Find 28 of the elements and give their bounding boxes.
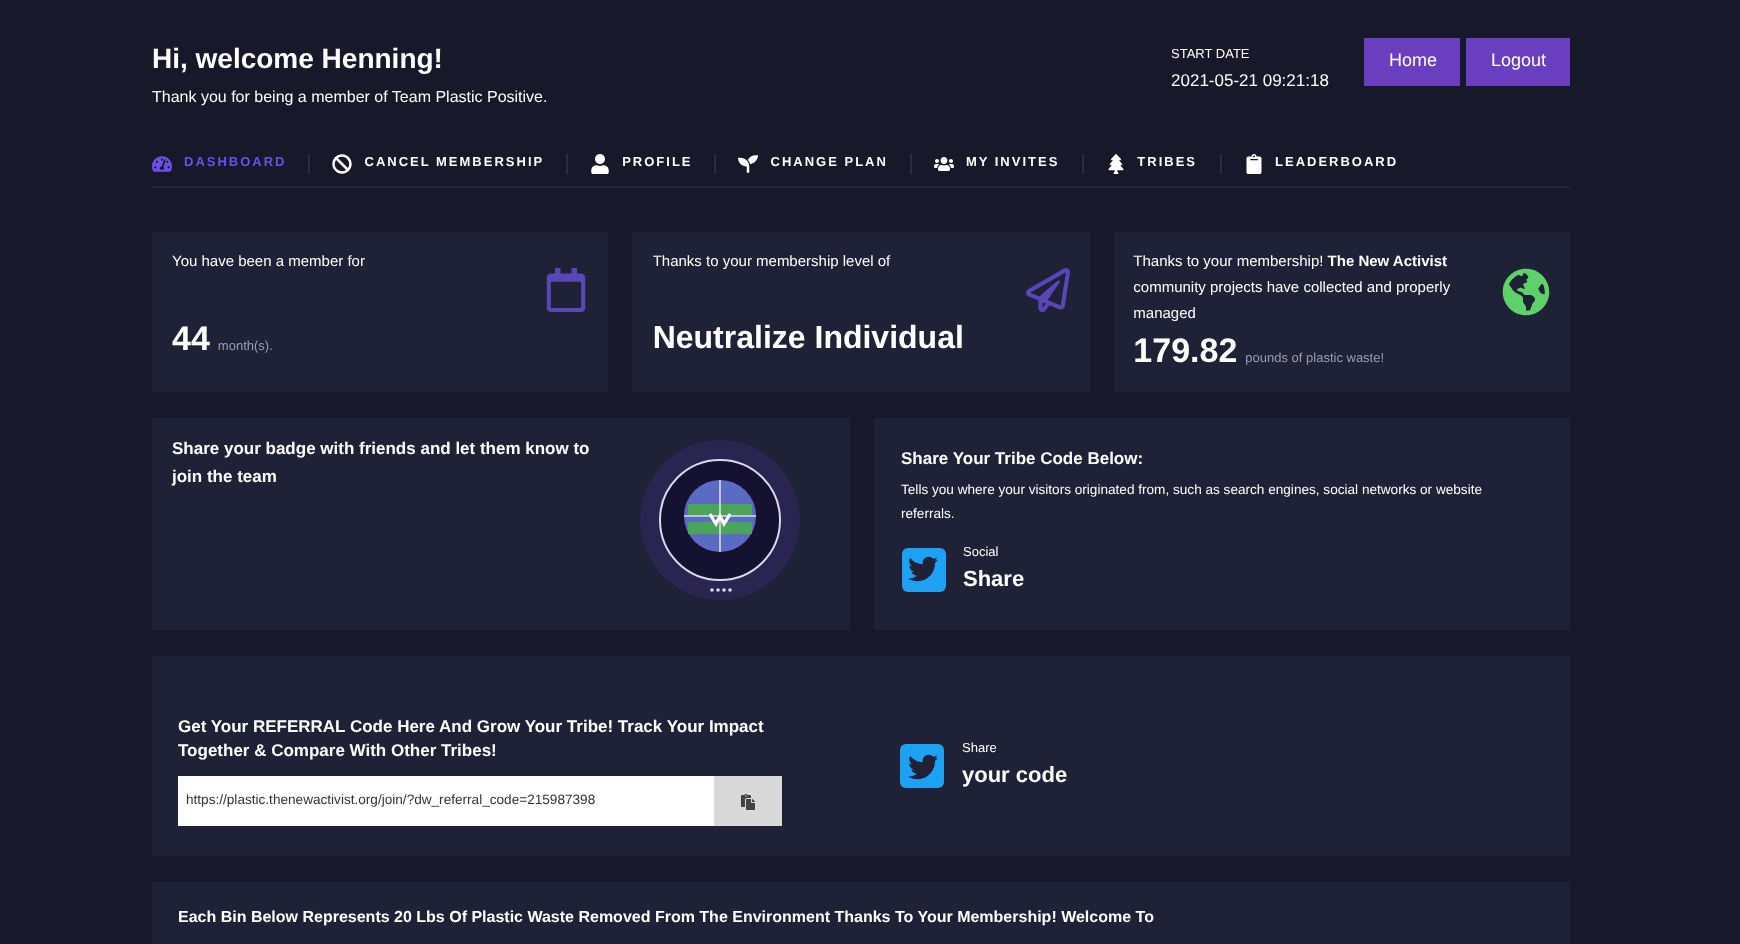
globe-icon xyxy=(1501,268,1550,316)
stat-value: 44 xyxy=(172,317,210,361)
copy-button[interactable] xyxy=(714,776,782,826)
welcome-subtitle: Thank you for being a member of Team Plastic Positive. xyxy=(152,86,548,110)
paste-icon xyxy=(740,793,756,809)
stat-value: Neutralize Individual xyxy=(652,320,964,360)
referral-title: Get Your REFERRAL Code Here And Grow Your Tribe! Track Your Impact Together & Compare With Other Tribes! xyxy=(178,714,766,762)
share-link[interactable]: your code xyxy=(962,759,1068,793)
clipboard-icon xyxy=(1243,154,1264,174)
seedling-icon xyxy=(738,154,759,174)
twitter-icon[interactable] xyxy=(901,547,945,592)
calendar-icon xyxy=(544,268,589,312)
welcome-heading: Hi, welcome Henning! xyxy=(152,40,445,78)
nav-button[interactable]: Logout xyxy=(1466,38,1570,86)
share-link[interactable]: Share xyxy=(963,563,1025,596)
users-icon xyxy=(933,154,954,174)
user-icon xyxy=(590,154,611,174)
badge-text: Share your badge with friends and let them know to join the team xyxy=(172,436,592,490)
paper-plane-icon xyxy=(1025,268,1070,312)
start-date-value: 2021-05-21 09:21:18 xyxy=(1171,67,1329,93)
twitter-icon[interactable] xyxy=(900,744,944,789)
tribe-title: Share Your Tribe Code Below: xyxy=(901,446,1146,472)
tree-icon xyxy=(1105,154,1126,174)
nav-button[interactable]: Home xyxy=(1364,38,1461,86)
gauge-icon xyxy=(152,154,172,174)
stat-value: 179.82 xyxy=(1133,330,1238,374)
ban-icon xyxy=(332,154,353,174)
bins-text: Each Bin Below Represents 20 Lbs Of Plastic Waste Removed From The Environment Thanks To Your Membership! Welcome To xyxy=(178,906,1156,930)
